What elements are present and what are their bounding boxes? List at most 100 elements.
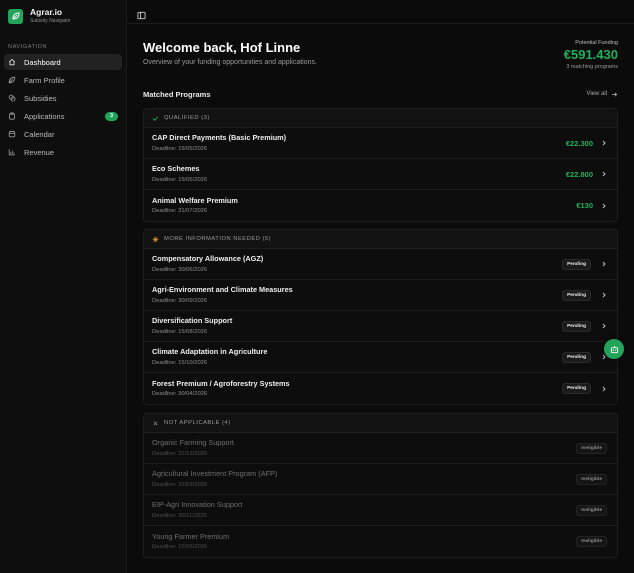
- group-label: MORE INFORMATION NEEDED (5): [164, 236, 272, 242]
- program-row[interactable]: CAP Direct Payments (Basic Premium) Dead…: [144, 128, 617, 159]
- program-row[interactable]: Climate Adaptation in Agriculture Deadli…: [144, 342, 617, 373]
- program-title: Agri-Environment and Climate Measures: [152, 285, 293, 295]
- program-deadline: Deadline: 31/12/2026: [152, 450, 208, 457]
- group-label: NOT APPLICABLE (4): [164, 420, 231, 426]
- program-row[interactable]: Diversification Support Deadline: 15/08/…: [144, 311, 617, 342]
- sidebar-item-label: Subsidies: [24, 93, 57, 103]
- chevron-right-icon: [601, 140, 607, 146]
- chevron-right-icon: [601, 203, 607, 209]
- chevron-right-icon: [601, 323, 607, 329]
- bar-chart-icon: [8, 148, 16, 156]
- program-title: EIP-Agri Innovation Support: [152, 500, 243, 510]
- program-title: CAP Direct Payments (Basic Premium): [152, 133, 287, 143]
- program-deadline: Deadline: 15/05/2026: [152, 176, 208, 183]
- sidebar-item-dashboard[interactable]: Dashboard: [4, 54, 122, 70]
- sidebar-toggle-icon[interactable]: [137, 7, 146, 20]
- not-applicable-group: NOT APPLICABLE (4) Organic Farming Suppo…: [143, 413, 618, 558]
- program-row[interactable]: Eco Schemes Deadline: 15/05/2026 €22.800: [144, 159, 617, 190]
- check-icon: [152, 115, 159, 122]
- bot-icon: [610, 345, 618, 353]
- program-title: Agricultural Investment Program (AFP): [152, 469, 278, 479]
- sidebar-item-calendar[interactable]: Calendar: [4, 126, 122, 142]
- x-icon: [152, 420, 159, 427]
- brand-subtitle: Subsidy Navigator: [30, 17, 71, 24]
- program-deadline: Deadline: 15/05/2026: [152, 145, 208, 152]
- funding-matching-count: 3 matching programs: [566, 64, 618, 70]
- program-deadline: Deadline: 31/03/2026: [152, 481, 208, 488]
- chevron-right-icon: [601, 386, 607, 392]
- sidebar-item-subsidies[interactable]: Subsidies: [4, 90, 122, 106]
- program-deadline: Deadline: 30/11/2026: [152, 512, 207, 519]
- program-title: Young Farmer Premium: [152, 531, 230, 541]
- program-row[interactable]: Young Farmer Premium Deadline: 15/05/202…: [144, 526, 617, 557]
- status-badge: Ineligible: [576, 536, 607, 547]
- program-row[interactable]: EIP-Agri Innovation Support Deadline: 30…: [144, 495, 617, 526]
- program-title: Organic Farming Support: [152, 438, 234, 448]
- brand[interactable]: Agrar.io Subsidy Navigator: [0, 0, 126, 32]
- program-title: Diversification Support: [152, 316, 233, 326]
- clipboard-icon: [8, 112, 16, 120]
- home-icon: [8, 58, 16, 66]
- program-amount: €130: [576, 201, 593, 210]
- program-title: Eco Schemes: [152, 164, 200, 174]
- program-amount: €22.300: [565, 138, 593, 148]
- sidebar-item-label: Revenue: [24, 147, 55, 157]
- view-all-label: View all: [586, 91, 607, 97]
- leaf-icon: [8, 76, 16, 84]
- matched-programs-header: Matched Programs View all: [143, 88, 618, 100]
- program-deadline: Deadline: 30/04/2026: [152, 391, 208, 397]
- program-amount: €22.800: [565, 169, 593, 179]
- more-info-group: MORE INFORMATION NEEDED (5) Compensatory…: [143, 229, 618, 405]
- program-row[interactable]: Agri-Environment and Climate Measures De…: [144, 280, 617, 311]
- program-deadline: Deadline: 30/09/2026: [152, 297, 208, 304]
- program-deadline: Deadline: 15/08/2026: [152, 328, 208, 335]
- sidebar: Agrar.io Subsidy Navigator NAVIGATION Da…: [0, 0, 127, 573]
- topbar: [127, 0, 634, 24]
- assistant-fab-button[interactable]: [604, 339, 624, 359]
- sidebar-item-label: Calendar: [24, 129, 55, 139]
- group-header-more-info: MORE INFORMATION NEEDED (5): [144, 230, 617, 249]
- chevron-right-icon: [601, 171, 607, 177]
- qualified-group: QUALIFIED (3) CAP Direct Payments (Basic…: [143, 108, 618, 222]
- funding-amount: €591.430: [563, 47, 618, 62]
- program-row[interactable]: Forest Premium / Agroforestry Systems De…: [144, 373, 617, 404]
- chevron-right-icon: [601, 292, 607, 298]
- program-deadline: Deadline: 30/06/2026: [152, 266, 208, 273]
- status-badge: Pending: [562, 351, 591, 363]
- program-deadline: Deadline: 31/07/2026: [152, 208, 208, 214]
- status-badge: Pending: [562, 383, 591, 394]
- program-row[interactable]: Agricultural Investment Program (AFP) De…: [144, 464, 617, 495]
- program-title: Climate Adaptation in Agriculture: [152, 347, 268, 357]
- brand-name: Agrar.io: [30, 7, 63, 18]
- status-badge: Ineligible: [576, 473, 607, 485]
- program-row[interactable]: Animal Welfare Premium Deadline: 31/07/2…: [144, 190, 617, 221]
- sidebar-item-farm-profile[interactable]: Farm Profile: [4, 72, 122, 88]
- sidebar-item-label: Dashboard: [24, 57, 61, 67]
- group-header-not-applicable: NOT APPLICABLE (4): [144, 414, 617, 433]
- program-row[interactable]: Organic Farming Support Deadline: 31/12/…: [144, 433, 617, 464]
- leaf-logo-icon: [8, 8, 23, 24]
- status-badge: Ineligible: [576, 504, 607, 516]
- sidebar-item-applications[interactable]: Applications 3: [4, 108, 122, 124]
- program-row[interactable]: Compensatory Allowance (AGZ) Deadline: 3…: [144, 249, 617, 280]
- program-deadline: Deadline: 15/10/2026: [152, 359, 208, 366]
- arrow-right-icon: [612, 92, 618, 96]
- nav-heading: NAVIGATION: [8, 44, 48, 50]
- sparkle-icon: [152, 236, 159, 243]
- sidebar-item-label: Applications: [24, 111, 65, 121]
- program-title: Animal Welfare Premium: [152, 195, 238, 205]
- chevron-right-icon: [601, 261, 607, 267]
- program-title: Forest Premium / Agroforestry Systems: [152, 378, 290, 388]
- status-badge: Pending: [562, 320, 591, 332]
- program-deadline: Deadline: 15/05/2026: [152, 544, 208, 550]
- view-all-link[interactable]: View all: [586, 91, 618, 98]
- status-badge: Pending: [562, 289, 591, 301]
- group-label: QUALIFIED (3): [164, 115, 210, 121]
- calendar-icon: [8, 130, 16, 138]
- page-subtitle: Overview of your funding opportunities a…: [143, 59, 317, 66]
- status-badge: Ineligible: [576, 442, 607, 454]
- program-title: Compensatory Allowance (AGZ): [152, 254, 264, 264]
- status-badge: Pending: [562, 258, 591, 270]
- sidebar-item-revenue[interactable]: Revenue: [4, 144, 122, 160]
- coins-icon: [8, 94, 16, 102]
